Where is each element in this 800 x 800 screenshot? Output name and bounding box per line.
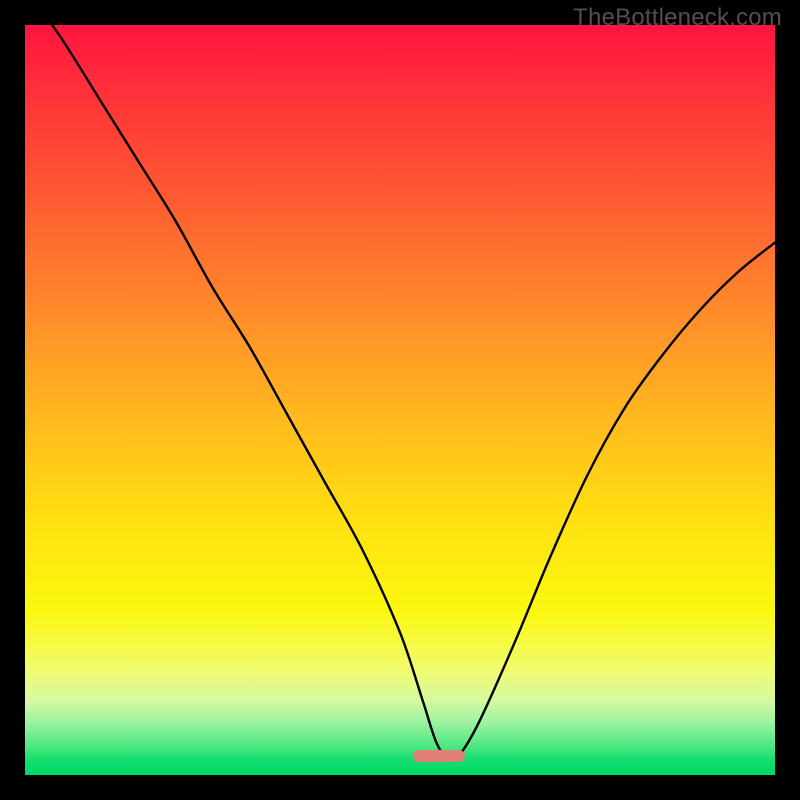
optimum-marker — [413, 750, 465, 762]
watermark-text: TheBottleneck.com — [573, 4, 782, 32]
plot-area — [25, 25, 775, 775]
bottleneck-curve-path — [25, 25, 775, 760]
chart-frame: TheBottleneck.com — [0, 0, 800, 800]
bottleneck-curve-svg — [25, 25, 775, 775]
